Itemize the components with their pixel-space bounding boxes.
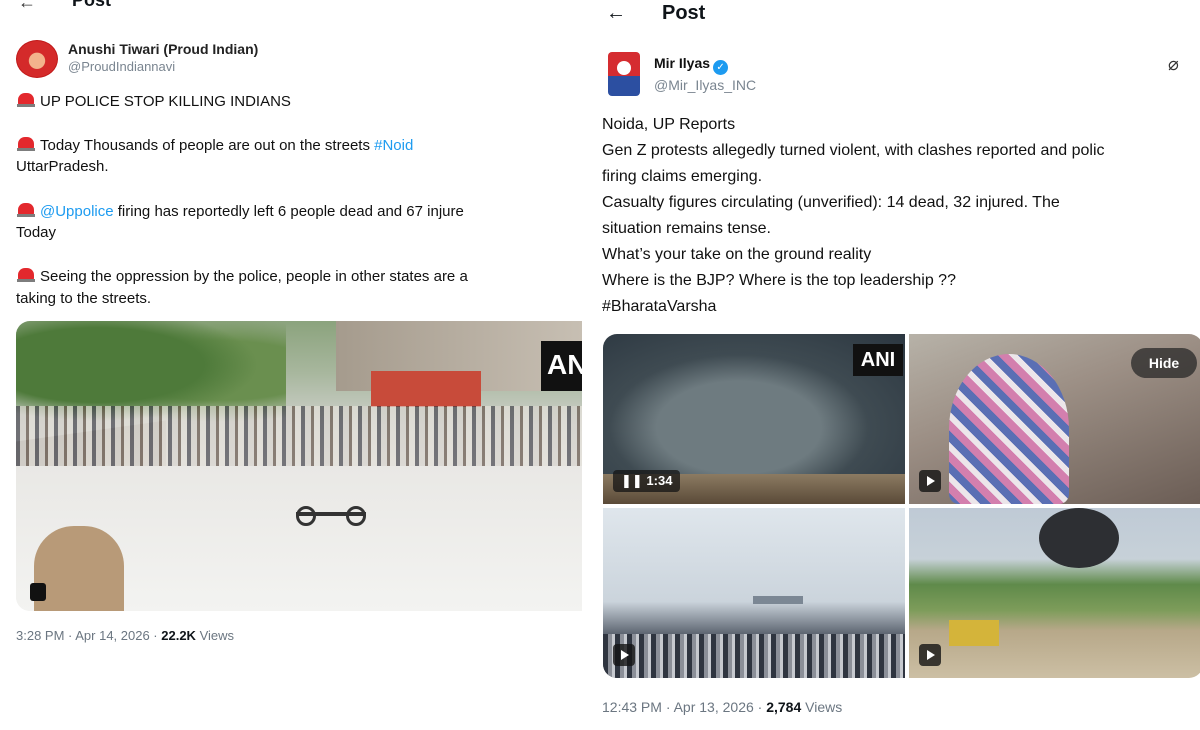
avatar[interactable] — [16, 40, 58, 78]
tweet-line: @Uppolice firing has reportedly left 6 p… — [16, 202, 464, 220]
tweet-text: UttarPradesh. — [16, 158, 109, 175]
author-handle[interactable]: @ProudIndiannavi — [68, 59, 175, 74]
author-name-text: Mir Ilyas — [654, 55, 711, 71]
tweet-line: Seeing the oppression by the police, peo… — [16, 267, 468, 285]
tweet-line: situation remains tense. — [602, 220, 771, 237]
page-title: Post — [662, 2, 706, 24]
page-title: Post — [72, 0, 112, 10]
police-siren-icon — [16, 202, 36, 218]
video-scene — [949, 620, 999, 646]
avatar[interactable] — [608, 52, 640, 96]
tweet-line: taking to the streets. — [16, 290, 151, 307]
grok-icon[interactable]: ⌀ — [1168, 54, 1179, 75]
play-icon[interactable] — [919, 470, 941, 492]
ani-watermark: ANI — [541, 341, 582, 391]
author-name[interactable]: Anushi Tiwari (Proud Indian) — [68, 41, 258, 57]
tweet-line: What’s your take on the ground reality — [602, 246, 872, 263]
tweet-line: Today — [16, 224, 56, 241]
tweet-line: Gen Z protests allegedly turned violent,… — [602, 142, 1105, 159]
play-icon[interactable] — [919, 644, 941, 666]
tweet-line: firing claims emerging. — [602, 168, 763, 185]
tweet-line: UttarPradesh. — [16, 158, 109, 175]
police-siren-icon — [16, 92, 36, 108]
video-scene — [1039, 508, 1119, 568]
tweet-line: Noida, UP Reports — [602, 116, 736, 133]
media-grid: ANI ❚❚ 1:34 Hide — [603, 334, 1200, 678]
mention-link[interactable]: @Uppolice — [40, 203, 114, 220]
hide-button[interactable]: Hide — [1131, 348, 1197, 378]
video-tile[interactable]: ANI ❚❚ 1:34 — [603, 334, 905, 504]
tweet-meta: 12:43 PM · Apr 13, 2026 · 2,784 Views — [602, 699, 842, 715]
video-tile[interactable] — [909, 508, 1200, 678]
video-scene — [296, 476, 366, 526]
tweet-line: Casualty figures circulating (unverified… — [602, 194, 1060, 211]
video-scene — [34, 526, 124, 611]
verified-badge-icon: ✓ — [713, 60, 729, 75]
back-arrow-icon[interactable]: ← — [606, 2, 626, 25]
views-count: 22.2K — [161, 628, 196, 643]
tweet-line: Where is the BJP? Where is the top leade… — [602, 272, 956, 289]
views-count: 2,784 — [766, 699, 802, 715]
tweet-text: Today — [16, 224, 57, 241]
police-siren-icon — [16, 267, 36, 283]
hashtag-link[interactable]: #BharataVarsha — [602, 298, 716, 316]
tweet-text: firing has reportedly left 6 people dead… — [113, 203, 464, 220]
video-scene — [603, 634, 905, 678]
tweet-text: UP POLICE STOP KILLING INDIANS — [40, 93, 291, 110]
right-tweet-panel: ← Post Mir Ilyas ✓ @Mir_Ilyas_INC ⌀ Noida… — [590, 0, 1200, 730]
back-arrow-icon[interactable]: ← — [18, 0, 36, 13]
ani-watermark: ANI — [853, 344, 903, 376]
hashtag-link[interactable]: #Noid — [374, 137, 413, 154]
mute-icon[interactable] — [30, 583, 46, 601]
tweet-text: Today Thousands of people are out on the… — [40, 137, 375, 154]
author-name[interactable]: Mir Ilyas ✓ — [654, 55, 729, 75]
tweet-text: Seeing the oppression by the police, peo… — [40, 268, 468, 285]
play-icon[interactable] — [613, 644, 635, 666]
video-scene — [16, 406, 582, 466]
video-duration-badge: ❚❚ 1:34 — [613, 470, 681, 492]
video-scene — [949, 354, 1069, 504]
tweet-timestamp[interactable]: 3:28 PM · Apr 14, 2026 · — [16, 628, 161, 643]
tweet-video[interactable]: ANI — [16, 321, 582, 611]
author-handle[interactable]: @Mir_Ilyas_INC — [654, 77, 756, 93]
video-tile[interactable] — [603, 508, 905, 678]
video-duration: 1:34 — [646, 473, 673, 488]
police-siren-icon — [16, 136, 36, 152]
tweet-meta: 3:28 PM · Apr 14, 2026 · 22.2K Views — [16, 628, 234, 643]
video-scene — [371, 371, 481, 407]
tweet-timestamp[interactable]: 12:43 PM · Apr 13, 2026 · — [602, 699, 766, 715]
tweet-text: taking to the streets. — [16, 290, 152, 307]
tweet-line: UP POLICE STOP KILLING INDIANS — [16, 92, 291, 110]
video-scene — [753, 596, 803, 604]
views-label: Views — [195, 628, 235, 643]
tweet-line: Today Thousands of people are out on the… — [16, 136, 413, 154]
views-label: Views — [801, 699, 843, 715]
left-tweet-panel: ← Post Anushi Tiwari (Proud Indian) @Pro… — [0, 0, 582, 730]
video-tile[interactable]: Hide — [909, 334, 1200, 504]
